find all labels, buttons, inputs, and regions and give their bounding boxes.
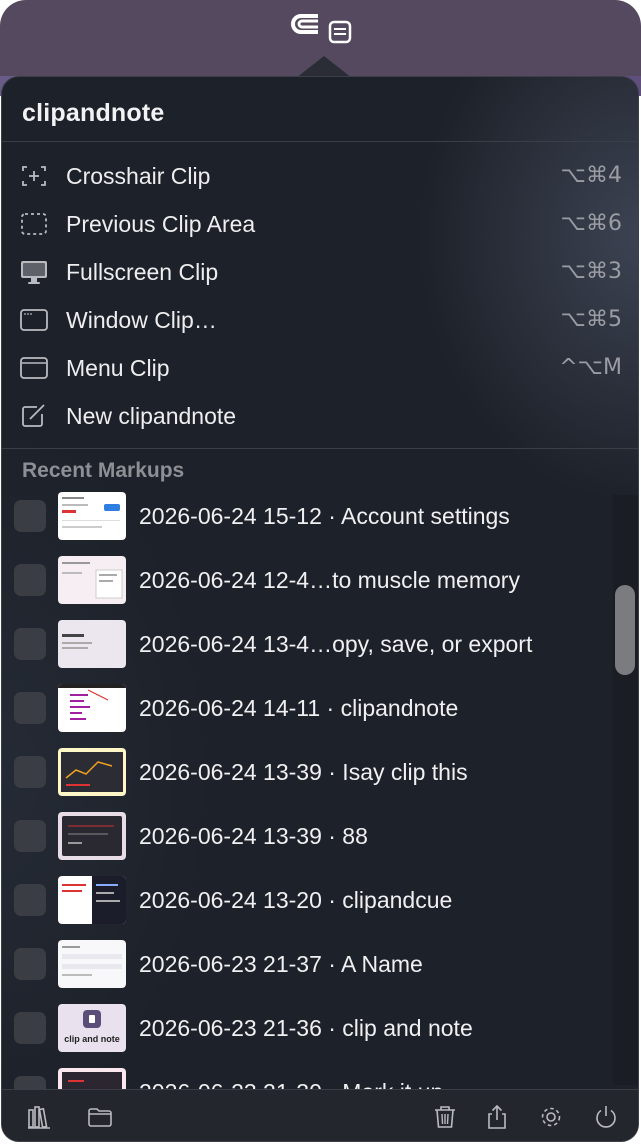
scrollbar-thumb[interactable] — [615, 585, 635, 675]
markup-thumbnail — [58, 684, 126, 732]
markup-title: 2026-06-23 21-37 · A Name — [139, 951, 423, 977]
markup-thumbnail — [58, 620, 126, 668]
markup-title: 2026-06-24 13-4…opy, save, or export — [139, 631, 533, 657]
select-checkbox[interactable] — [14, 756, 46, 788]
markup-thumbnail — [58, 940, 126, 988]
select-checkbox[interactable] — [14, 820, 46, 852]
menu-item-label: New clipandnote — [66, 403, 237, 429]
markup-title: 2026-06-24 14-11 · clipandnote — [139, 695, 459, 721]
markup-thumbnail — [58, 812, 126, 860]
menu-item-menu-clip[interactable]: Menu Clip ^⌥M — [2, 344, 638, 392]
recent-markup-item[interactable]: 2026-06-23 21-37 · A Name — [2, 929, 612, 993]
select-checkbox[interactable] — [14, 628, 46, 660]
markup-thumbnail: clip and note — [58, 1004, 126, 1052]
recent-markup-item[interactable]: 2026-06-24 13-4…opy, save, or export — [2, 609, 612, 673]
window-icon — [20, 309, 48, 331]
markup-thumbnail — [58, 556, 126, 604]
markup-thumbnail — [58, 876, 126, 924]
menu-item-window-clip[interactable]: Window Clip… ⌥⌘5 — [2, 296, 638, 344]
markup-title: 2026-06-24 15-12 · Account settings — [139, 503, 510, 529]
scrollbar-track[interactable] — [613, 495, 638, 1085]
menu-item-shortcut: ⌥⌘6 — [560, 211, 622, 236]
menu-item-shortcut: ⌥⌘5 — [560, 307, 622, 332]
divider — [2, 141, 638, 142]
select-checkbox[interactable] — [14, 884, 46, 916]
gear-icon[interactable] — [538, 1104, 564, 1130]
menu-item-label: Crosshair Clip — [66, 163, 211, 189]
markup-title: 2026-06-24 13-39 · 88 — [139, 823, 368, 849]
markup-title: 2026-06-23 21-36 · clip and note — [139, 1015, 473, 1041]
library-icon[interactable] — [26, 1104, 52, 1130]
markup-title: 2026-06-24 13-20 · clipandcue — [139, 887, 453, 913]
compose-icon — [22, 404, 45, 427]
menu-item-label: Previous Clip Area — [66, 211, 256, 237]
monitor-icon — [21, 261, 47, 284]
dashed-area-icon — [21, 213, 47, 235]
recent-markup-item[interactable]: 2026-06-24 12-4…to muscle memory — [2, 545, 612, 609]
popover-panel: clipandnote Crosshair Clip ⌥⌘4 Previous … — [1, 76, 639, 1142]
recent-markup-item[interactable]: 2026-06-24 13-20 · clipandcue — [2, 865, 612, 929]
markup-thumbnail — [58, 748, 126, 796]
recent-markup-item[interactable]: 2026-06-24 13-39 · Isay clip this — [2, 737, 612, 801]
menu-item-label: Fullscreen Clip — [66, 259, 219, 285]
popover-title: clipandnote — [22, 99, 165, 127]
divider — [2, 448, 638, 449]
menu-item-label: Window Clip… — [66, 307, 217, 333]
recent-markup-item[interactable]: 2026-06-24 14-11 · clipandnote — [2, 673, 612, 737]
menu-item-shortcut: ⌥⌘3 — [560, 259, 622, 284]
thumbnail-logo-text: clip and note — [64, 1034, 120, 1044]
menu-item-shortcut: ⌥⌘4 — [560, 163, 622, 188]
trash-icon[interactable] — [432, 1104, 458, 1130]
select-checkbox[interactable] — [14, 564, 46, 596]
menu-item-crosshair-clip[interactable]: Crosshair Clip ⌥⌘4 — [2, 152, 638, 200]
crosshair-icon — [22, 166, 46, 186]
folder-icon[interactable] — [87, 1104, 113, 1130]
share-icon[interactable] — [484, 1104, 510, 1130]
clipandnote-tray-icon[interactable] — [288, 12, 354, 44]
recent-markup-item[interactable]: clip and note 2026-06-23 21-36 · clip an… — [2, 993, 612, 1057]
markup-thumbnail — [58, 492, 126, 540]
popover-arrow — [296, 56, 352, 78]
select-checkbox[interactable] — [14, 948, 46, 980]
menu-item-new-clipandnote[interactable]: New clipandnote — [2, 392, 638, 440]
select-checkbox[interactable] — [14, 692, 46, 724]
select-checkbox[interactable] — [14, 1012, 46, 1044]
recent-markup-item[interactable]: 2026-06-24 13-39 · 88 — [2, 801, 612, 865]
menu-item-fullscreen-clip[interactable]: Fullscreen Clip ⌥⌘3 — [2, 248, 638, 296]
select-checkbox[interactable] — [14, 500, 46, 532]
menu-item-shortcut: ^⌥M — [559, 355, 622, 380]
recent-markups-header: Recent Markups — [22, 459, 185, 482]
menu-item-label: Menu Clip — [66, 355, 170, 381]
markup-title: 2026-06-24 12-4…to muscle memory — [139, 567, 520, 593]
markup-title: 2026-06-24 13-39 · Isay clip this — [139, 759, 468, 785]
power-icon[interactable] — [593, 1104, 619, 1130]
bottom-toolbar — [2, 1089, 638, 1141]
menu-item-previous-clip-area[interactable]: Previous Clip Area ⌥⌘6 — [2, 200, 638, 248]
recent-markup-item[interactable]: 2026-06-24 15-12 · Account settings — [2, 481, 612, 545]
menu-window-icon — [20, 357, 48, 379]
